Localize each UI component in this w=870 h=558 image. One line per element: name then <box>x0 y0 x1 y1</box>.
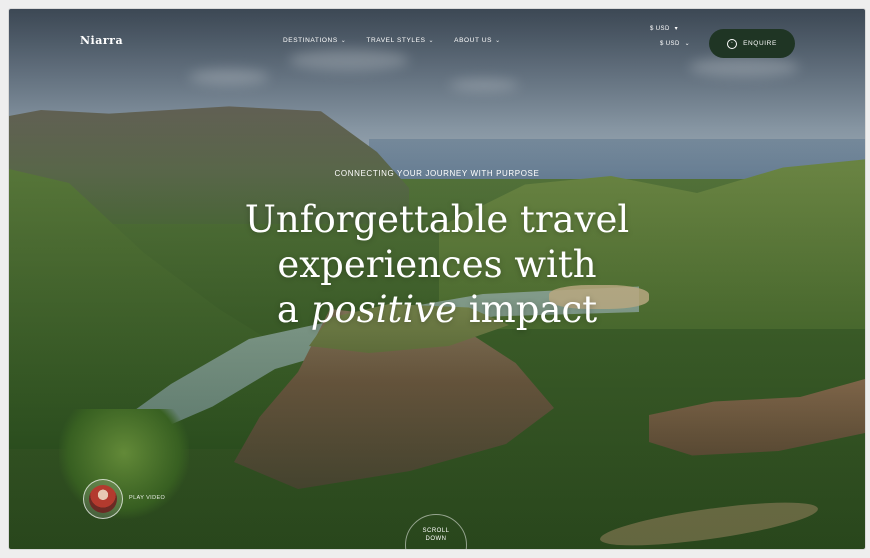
main-nav: DESTINATIONS ⌄ TRAVEL STYLES ⌄ ABOUT US … <box>283 37 501 44</box>
nav-label: DESTINATIONS <box>283 37 338 44</box>
nav-destinations[interactable]: DESTINATIONS ⌄ <box>283 37 346 44</box>
chevron-down-icon: ⌄ <box>340 38 347 44</box>
headline-line-2: experiences with <box>277 243 597 286</box>
hero-eyebrow: CONNECTING YOUR JOURNEY WITH PURPOSE <box>334 169 540 178</box>
currency-select-secondary[interactable]: $ USD ⌄ <box>660 40 691 48</box>
headline-emphasis: positive <box>310 288 458 331</box>
enquire-label: ENQUIRE <box>743 40 777 47</box>
enquire-button[interactable]: ◦ ENQUIRE <box>709 29 795 58</box>
video-thumbnail <box>89 485 117 513</box>
headline-line-3-post: impact <box>457 288 598 331</box>
currency-label: $ USD <box>650 25 670 32</box>
play-video-button[interactable] <box>83 479 123 519</box>
nav-travel-styles[interactable]: TRAVEL STYLES ⌄ <box>366 37 434 44</box>
nav-label: TRAVEL STYLES <box>366 37 426 44</box>
chevron-down-icon: ⌄ <box>495 38 501 44</box>
caret-down-icon: ▾ <box>674 26 679 32</box>
nav-label: ABOUT US <box>454 37 493 44</box>
chat-icon: ◦ <box>727 38 738 49</box>
currency-label: $ USD <box>660 40 680 47</box>
play-video-label[interactable]: PLAY VIDEO <box>129 495 165 501</box>
scroll-label: DOWN <box>425 536 447 542</box>
chevron-down-icon: ⌄ <box>428 38 435 44</box>
hero-headline: Unforgettable travel experiences with a … <box>9 197 865 332</box>
site-logo[interactable]: Niarra <box>80 34 123 47</box>
hero-screen: Niarra DESTINATIONS ⌄ TRAVEL STYLES ⌄ AB… <box>9 9 865 549</box>
chevron-down-icon: ⌄ <box>684 41 691 47</box>
currency-select-primary[interactable]: $ USD ▾ <box>650 25 679 33</box>
headline-line-3-pre: a <box>276 288 311 331</box>
scroll-label: SCROLL <box>422 528 450 534</box>
headline-line-1: Unforgettable travel <box>244 198 630 241</box>
nav-about-us[interactable]: ABOUT US ⌄ <box>454 37 501 44</box>
